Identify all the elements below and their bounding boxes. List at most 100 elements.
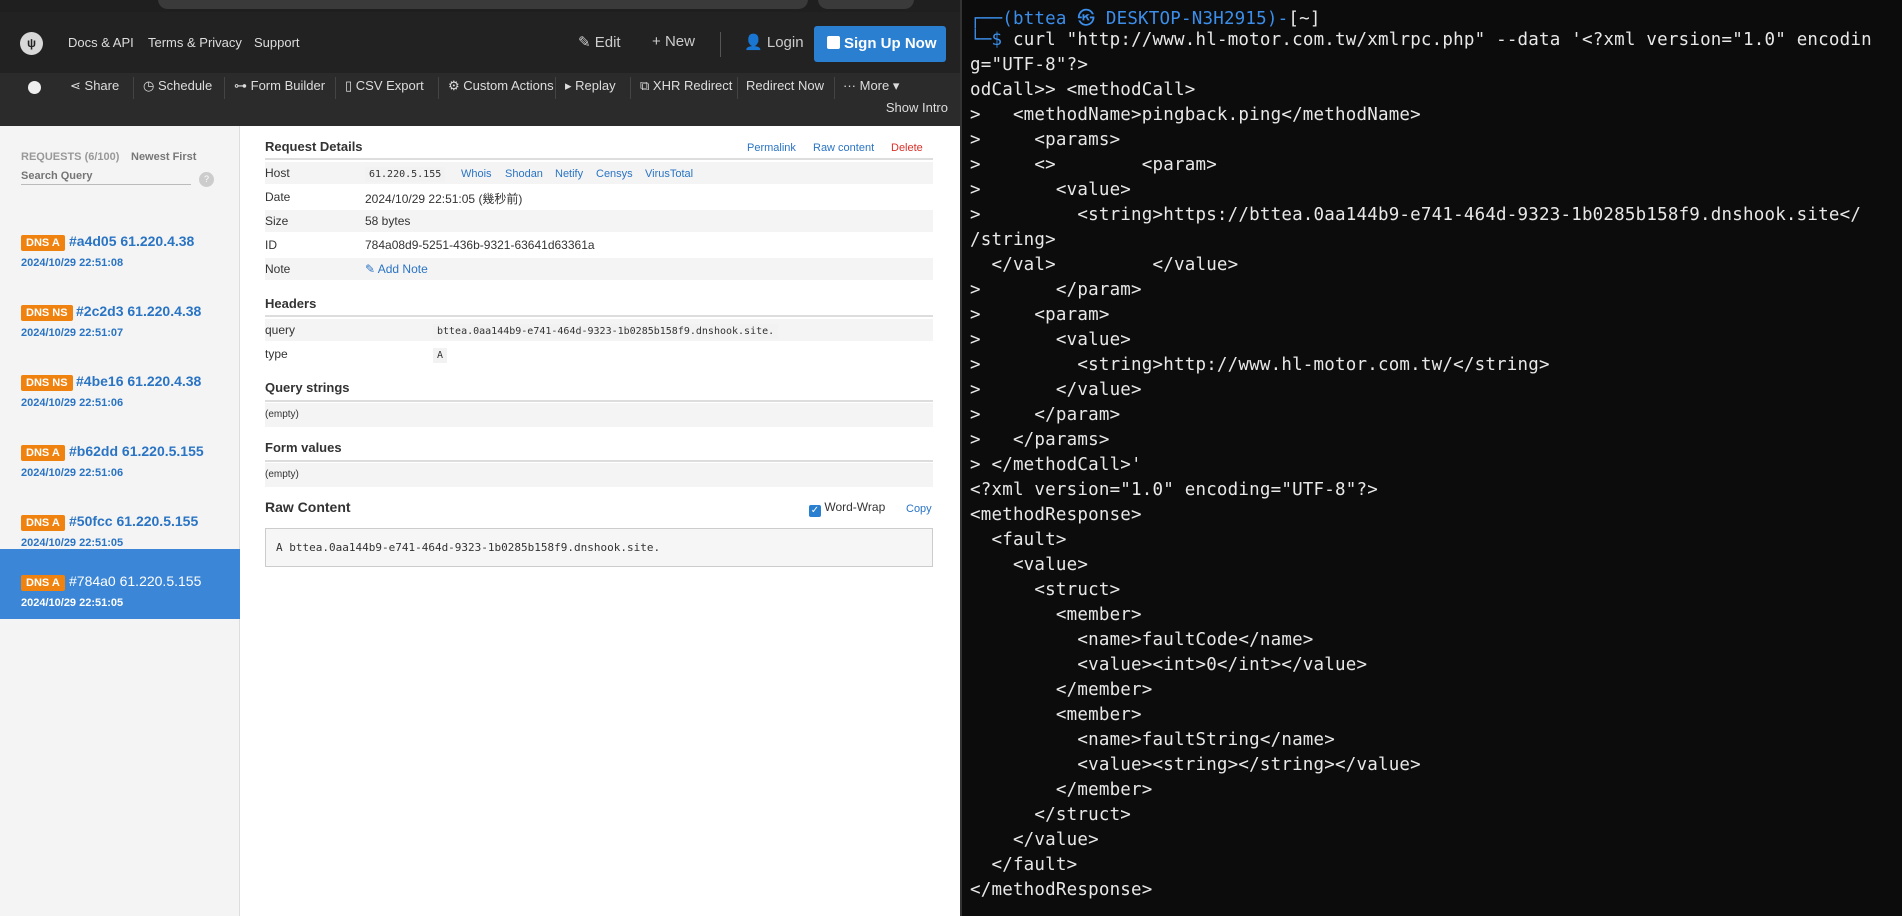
dns-type-badge: DNS NS — [21, 305, 73, 321]
terminal-line: </methodResponse> — [970, 880, 1153, 900]
terminal-line: <member> — [970, 605, 1142, 625]
new-button[interactable]: + New — [652, 33, 695, 50]
terminal-line: </struct> — [970, 805, 1132, 825]
xhr-redirect-label: XHR Redirect — [652, 78, 733, 93]
nav-docs-api[interactable]: Docs & API — [68, 35, 134, 50]
toolbar-divider — [335, 77, 336, 99]
terminal-line: <value> — [970, 555, 1089, 575]
terminal-line: > </methodCall>' — [970, 455, 1142, 475]
virustotal-link[interactable]: VirusTotal — [645, 168, 693, 180]
request-title: #784a0 61.220.5.155 — [69, 573, 202, 589]
query-strings-value: (empty) — [265, 409, 299, 420]
censys-link[interactable]: Censys — [596, 168, 633, 180]
link-icon: ⊶ — [234, 78, 247, 93]
raw-content-link[interactable]: Raw content — [813, 142, 874, 154]
sort-newest-first[interactable]: Newest First — [131, 151, 196, 163]
toolbar-divider — [834, 77, 835, 99]
permalink-link[interactable]: Permalink — [747, 142, 796, 154]
signup-button[interactable]: Sign Up Now — [814, 26, 946, 62]
pencil-icon: ✎ — [365, 262, 376, 276]
delete-link[interactable]: Delete — [891, 142, 923, 154]
terminal-line: > <params> — [970, 130, 1121, 150]
show-intro-link[interactable]: Show Intro — [886, 100, 948, 115]
caret-down-icon: ▾ — [892, 78, 900, 93]
schedule-button[interactable]: ◷ Schedule — [143, 78, 212, 94]
request-item[interactable]: DNS A #a4d05 61.220.4.38 2024/10/29 22:5… — [0, 211, 240, 281]
login-button[interactable]: 👤 Login — [744, 33, 804, 51]
form-builder-button[interactable]: ⊶ Form Builder — [234, 78, 325, 94]
divider — [265, 400, 933, 402]
request-item[interactable]: DNS NS #2c2d3 61.220.4.38 2024/10/29 22:… — [0, 281, 240, 351]
clock-icon[interactable] — [28, 81, 41, 94]
custom-actions-label: Custom Actions — [463, 78, 554, 93]
whois-link[interactable]: Whois — [461, 168, 492, 180]
form-values-value: (empty) — [265, 469, 299, 480]
terminal-line: <struct> — [970, 580, 1121, 600]
request-item[interactable]: DNS NS #4be16 61.220.4.38 2024/10/29 22:… — [0, 351, 240, 421]
toolbar-divider — [555, 77, 556, 99]
divider — [265, 315, 933, 317]
terminal-line: <name>faultString</name> — [970, 730, 1336, 750]
new-label: New — [664, 33, 695, 50]
more-dropdown[interactable]: ··· More ▾ — [843, 78, 899, 94]
toolbar-divider — [133, 77, 134, 99]
prompt-dash: - — [1277, 9, 1289, 29]
word-wrap-toggle[interactable]: ✓ Word-Wrap — [809, 500, 885, 517]
help-icon[interactable]: ? — [199, 172, 214, 187]
request-time: 2024/10/29 22:51:08 — [21, 257, 124, 269]
terminal-line: > <string>http://www.hl-motor.com.tw/</s… — [970, 355, 1550, 375]
share-button[interactable]: ⋖ Share — [70, 78, 119, 94]
nav-support[interactable]: Support — [254, 35, 300, 50]
header-key: query — [265, 323, 296, 337]
edit-button[interactable]: ✎ Edit — [578, 33, 621, 51]
request-time: 2024/10/29 22:51:07 — [21, 327, 124, 339]
xhr-redirect-button[interactable]: ⧉ XHR Redirect — [640, 78, 732, 94]
edit-label: Edit — [594, 34, 621, 51]
custom-actions-button[interactable]: ⚙ Custom Actions — [448, 78, 554, 94]
divider — [265, 460, 933, 462]
id-label: ID — [265, 238, 277, 252]
replay-button[interactable]: ▸ Replay — [565, 78, 616, 94]
form-values-box — [265, 463, 933, 487]
address-bar[interactable] — [158, 0, 808, 9]
add-note-link[interactable]: ✎ Add Note — [365, 262, 428, 276]
copy-link[interactable]: Copy — [906, 503, 932, 515]
request-title: #4be16 61.220.4.38 — [76, 373, 202, 389]
terminal-line: > <> <param> — [970, 155, 1217, 175]
signup-label: Sign Up Now — [844, 35, 937, 52]
terminal-line: </member> — [970, 780, 1153, 800]
terminal-window[interactable]: ┌──(bttea ㉿ DESKTOP-N3H2915)-[~] └─$ cur… — [960, 0, 1902, 916]
header-key: type — [265, 347, 288, 361]
id-value: 784a08d9-5251-436b-9321-63641d63361a — [365, 238, 595, 252]
signup-icon — [827, 36, 840, 49]
host-ip: 61.220.5.155 — [365, 167, 446, 182]
checkbox-checked-icon[interactable]: ✓ — [809, 505, 821, 517]
nav-terms-privacy[interactable]: Terms & Privacy — [148, 35, 242, 50]
shodan-link[interactable]: Shodan — [505, 168, 543, 180]
schedule-label: Schedule — [157, 78, 213, 93]
ellipsis-icon: ··· — [843, 78, 856, 93]
search-query-input[interactable] — [21, 167, 191, 185]
logo-icon[interactable]: ψ — [20, 32, 43, 55]
csv-export-label: CSV Export — [355, 78, 424, 93]
terminal-line: <value><string></string></value> — [970, 755, 1421, 775]
request-time: 2024/10/29 22:51:05 — [21, 537, 124, 549]
query-strings-box — [265, 403, 933, 427]
toolbar-divider — [224, 77, 225, 99]
terminal-line: <?xml version="1.0" encoding="UTF-8"?> — [970, 480, 1378, 500]
request-title: #50fcc 61.220.5.155 — [69, 513, 199, 529]
request-item-active[interactable]: DNS A #784a0 61.220.5.155 2024/10/29 22:… — [0, 549, 240, 619]
terminal-line: g="UTF-8"?> — [970, 55, 1089, 75]
redirect-now-button[interactable]: Redirect Now — [746, 78, 824, 93]
csv-export-button[interactable]: ▯ CSV Export — [345, 78, 424, 94]
terminal-line: > <value> — [970, 180, 1132, 200]
dns-type-badge: DNS A — [21, 515, 65, 531]
terminal-line: > </param> — [970, 405, 1121, 425]
terminal-line: <fault> — [970, 530, 1067, 550]
header-value-text: bttea.0aa144b9-e741-464d-9323-1b0285b158… — [433, 324, 779, 339]
terminal-line: > <param> — [970, 305, 1110, 325]
netify-link[interactable]: Netify — [555, 168, 583, 180]
request-item[interactable]: DNS A #b62dd 61.220.5.155 2024/10/29 22:… — [0, 421, 240, 491]
prompt-host: DESKTOP-N3H2915) — [1105, 9, 1278, 29]
browser-profile-pill[interactable] — [818, 0, 914, 9]
